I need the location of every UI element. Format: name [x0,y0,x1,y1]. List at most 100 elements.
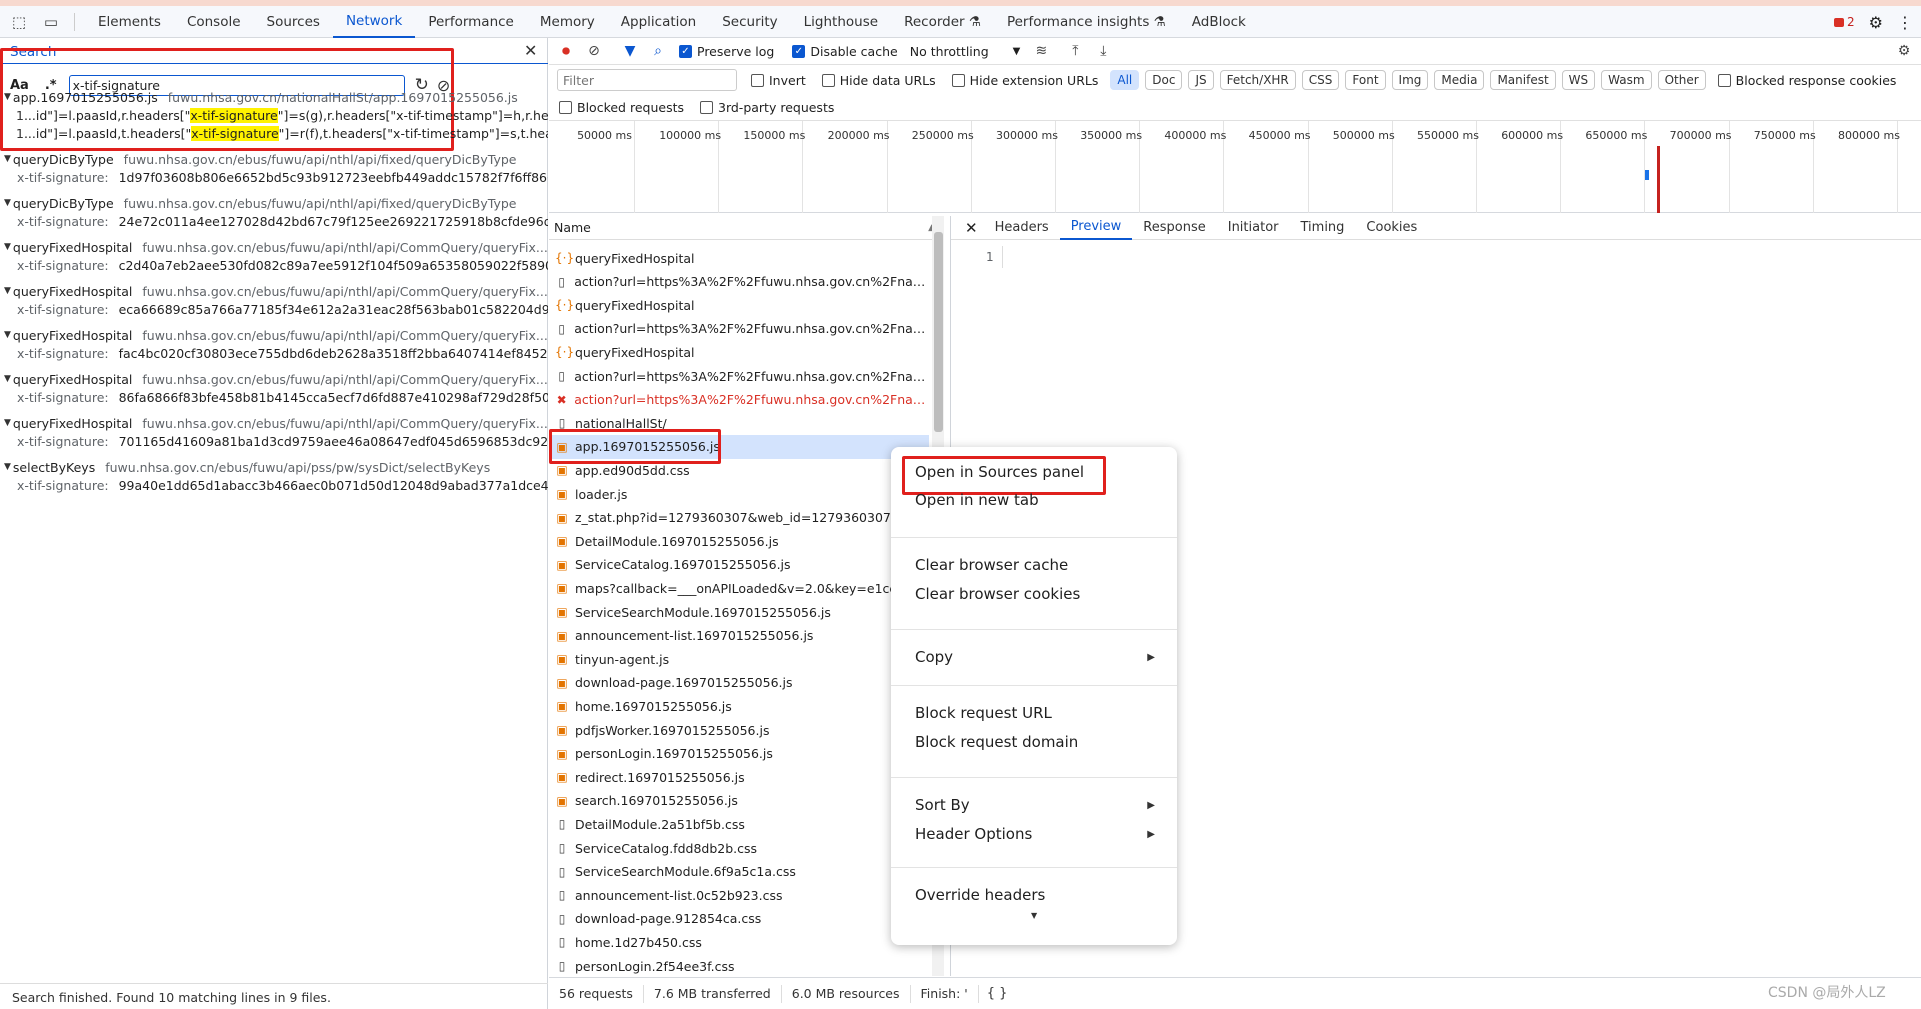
search-match-line[interactable]: x-tif-signature: 24e72c011a4ee127028d42bd… [0,212,548,230]
request-row[interactable]: ▯ announcement-list.0c52b923.css [549,883,929,907]
tab-security[interactable]: Security [709,6,790,38]
tab-lighthouse[interactable]: Lighthouse [791,6,891,38]
network-conditions-icon[interactable]: ≋ [1030,40,1052,62]
request-row[interactable]: ▣ maps?callback=___onAPILoaded&v=2.0&key=… [549,576,929,600]
menu-copy[interactable]: Copy ▶ [915,642,1155,672]
detail-tab-headers[interactable]: Headers [984,216,1060,240]
menu-sort-by[interactable]: Sort By ▶ [915,790,1155,820]
request-row[interactable]: ▣ ServiceCatalog.1697015255056.js [549,553,929,577]
expand-triangle-icon[interactable]: ▼ [4,462,11,472]
expand-triangle-icon[interactable]: ▼ [4,286,11,296]
expand-triangle-icon[interactable]: ▼ [4,374,11,384]
tab-elements[interactable]: Elements [85,6,174,38]
search-match-line[interactable]: x-tif-signature: 701165d41609a81ba1d3cd97… [0,432,548,450]
request-row[interactable]: ▣ ServiceSearchModule.1697015255056.js [549,600,929,624]
search-match-line[interactable]: x-tif-signature: 99a40e1dd65d1abacc3b466a… [0,476,548,494]
request-row[interactable]: ▯ download-page.912854ca.css [549,907,929,931]
blocked-requests-checkbox[interactable]: Blocked requests [559,100,684,115]
request-row[interactable]: ▣ loader.js [549,482,929,506]
filter-type-manifest[interactable]: Manifest [1490,70,1556,90]
request-row[interactable]: ▯ action?url=https%3A%2F%2Ffuwu.nhsa.gov.… [549,317,929,341]
filter-type-js[interactable]: JS [1188,70,1214,90]
menu-clear-cookies[interactable]: Clear browser cookies [915,579,1155,609]
search-match-line[interactable]: x-tif-signature: c2d40a7eb2aee530fd082c89… [0,256,548,274]
menu-header-options[interactable]: Header Options ▶ [915,819,1155,849]
device-toolbar-icon[interactable]: ▭ [38,9,64,35]
search-result-file[interactable]: ▼ queryFixedHospital fuwu.nhsa.gov.cn/ebus… [0,282,548,300]
inspect-element-icon[interactable]: ⬚ [6,9,32,35]
filter-type-all[interactable]: All [1110,70,1140,90]
export-har-icon[interactable]: ⤓ [1092,40,1114,62]
request-row[interactable]: ▣ z_stat.php?id=1279360307&web_id=1279360… [549,506,929,530]
invert-checkbox[interactable]: Invert [751,73,806,88]
search-result-file[interactable]: ▼ queryDicByType fuwu.nhsa.gov.cn/ebus/fuw… [0,150,548,168]
import-har-icon[interactable]: ⤒ [1064,40,1086,62]
detail-tab-cookies[interactable]: Cookies [1355,216,1428,240]
menu-open-in-new-tab[interactable]: Open in new tab [915,485,1155,515]
search-result-file[interactable]: ▼ queryFixedHospital fuwu.nhsa.gov.cn/ebus… [0,414,548,432]
request-row[interactable]: ▣ pdfjsWorker.1697015255056.js [549,718,929,742]
request-row[interactable]: ▣ personLogin.1697015255056.js [549,742,929,766]
tab-console[interactable]: Console [174,6,254,38]
expand-triangle-icon[interactable]: ▼ [4,330,11,340]
request-row[interactable]: ▯ home.1d27b450.css [549,930,929,954]
search-match-line[interactable]: x-tif-signature: 1d97f03608b806e6652bd5c9… [0,168,548,186]
search-match-line[interactable]: 1 ...id"]=l.paasId,r.headers[" x-tif-signa… [0,106,548,124]
filter-type-fetch-xhr[interactable]: Fetch/XHR [1219,70,1296,90]
name-column-header[interactable]: Name [554,220,591,235]
blocked-response-cookies-checkbox[interactable]: Blocked response cookies [1717,73,1896,88]
request-row[interactable]: {·} queryFixedHospital [549,293,929,317]
disable-cache-checkbox[interactable]: ✓ Disable cache [792,44,898,59]
filter-icon[interactable]: ▼ [619,40,641,62]
tab-network[interactable]: Network [332,6,416,38]
filter-type-img[interactable]: Img [1391,70,1429,90]
request-row[interactable]: ▣ tinyun-agent.js [549,647,929,671]
hide-extension-urls-checkbox[interactable]: Hide extension URLs [951,73,1098,88]
tab-recorder[interactable]: Recorder ⚗ [891,6,994,38]
tab-application[interactable]: Application [608,6,709,38]
expand-triangle-icon[interactable]: ▼ [4,242,11,252]
tab-sources[interactable]: Sources [254,6,333,38]
tab-performance-insights[interactable]: Performance insights ⚗ [994,6,1179,38]
expand-triangle-icon[interactable]: ▼ [4,418,11,428]
throttling-select[interactable]: No throttling [910,44,989,59]
expand-triangle-icon[interactable]: ▼ [4,92,11,102]
preserve-log-checkbox[interactable]: ✓ Preserve log [679,44,774,59]
request-row[interactable]: ▯ ServiceCatalog.fdd8db2b.css [549,836,929,860]
filter-type-doc[interactable]: Doc [1145,70,1183,90]
detail-tab-preview[interactable]: Preview [1059,216,1133,240]
detail-tab-response[interactable]: Response [1132,216,1216,240]
menu-scroll-down-icon[interactable]: ▼ [1031,911,1037,920]
request-row[interactable]: ▣ DetailModule.1697015255056.js [549,529,929,553]
search-result-file[interactable]: ▼ queryFixedHospital fuwu.nhsa.gov.cn/ebus… [0,326,548,344]
search-result-file[interactable]: ▼ app.1697015255056.js fuwu.nhsa.gov.cn/na… [0,88,548,106]
hide-data-urls-checkbox[interactable]: Hide data URLs [821,73,936,88]
menu-clear-cache[interactable]: Clear browser cache [915,550,1155,580]
search-icon[interactable]: ⌕ [647,40,669,62]
request-row[interactable]: ▯ ServiceSearchModule.6f9a5c1a.css [549,860,929,884]
search-result-file[interactable]: ▼ selectByKeys fuwu.nhsa.gov.cn/ebus/fuwu/… [0,458,548,476]
close-icon[interactable]: ✕ [524,41,537,60]
clear-log-icon[interactable]: ⊘ [583,40,605,62]
filter-type-other[interactable]: Other [1657,70,1706,90]
filter-type-media[interactable]: Media [1434,70,1485,90]
request-row[interactable]: ▯ personLogin.2f54ee3f.css [549,954,929,978]
search-result-file[interactable]: ▼ queryFixedHospital fuwu.nhsa.gov.cn/ebus… [0,370,548,388]
request-row[interactable]: ▣ download-page.1697015255056.js [549,671,929,695]
chevron-down-icon[interactable]: ▼ [1013,46,1021,57]
request-row[interactable]: ▣ announcement-list.1697015255056.js [549,624,929,648]
filter-input[interactable] [557,69,737,91]
detail-tab-timing[interactable]: Timing [1290,216,1356,240]
filter-type-wasm[interactable]: Wasm [1601,70,1652,90]
settings-gear-icon[interactable]: ⚙ [1869,13,1883,32]
tab-adblock[interactable]: AdBlock [1179,6,1259,38]
network-settings-gear-icon[interactable]: ⚙ [1893,40,1915,62]
request-row[interactable]: ▯ action?url=https%3A%2F%2Ffuwu.nhsa.gov.… [549,364,929,388]
expand-triangle-icon[interactable]: ▼ [4,198,11,208]
request-row[interactable]: {·} queryFixedHospital [549,246,929,270]
record-icon[interactable]: ⏺ [555,40,577,62]
filter-type-css[interactable]: CSS [1301,70,1340,90]
filter-type-ws[interactable]: WS [1561,70,1596,90]
menu-override-headers[interactable]: Override headers [915,880,1155,910]
menu-block-url[interactable]: Block request URL [915,698,1155,728]
